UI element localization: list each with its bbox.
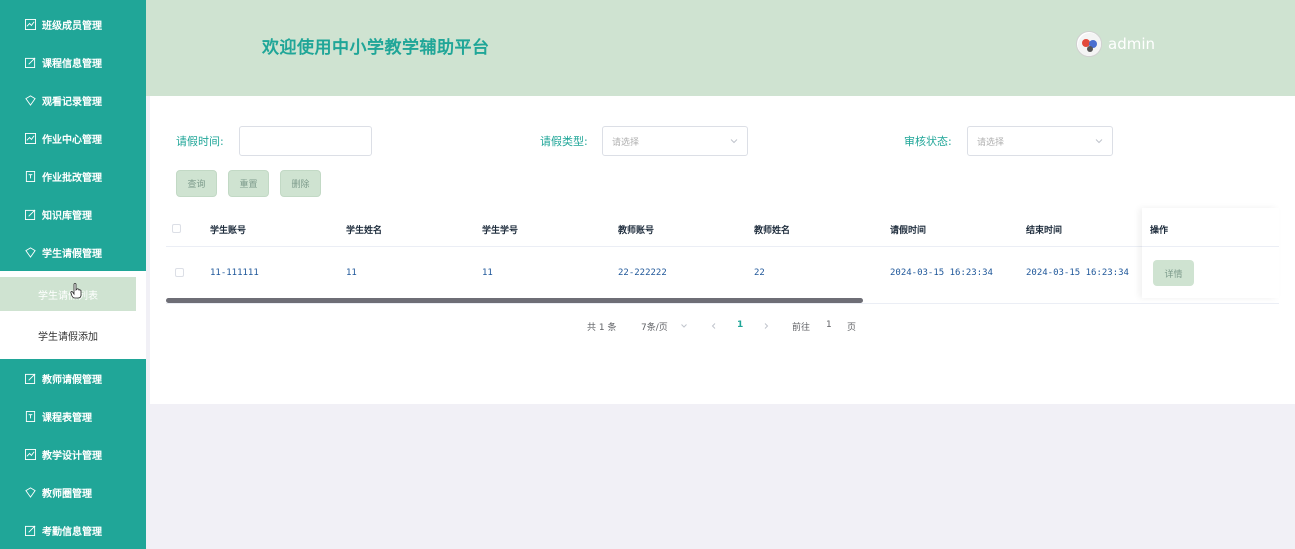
leave-type-placeholder: 请选择 (612, 137, 640, 148)
sidebar-item-teacher-circle[interactable]: 教师圈管理 (0, 473, 146, 511)
row-checkbox[interactable] (175, 268, 184, 277)
sidebar-item-label: 课程信息管理 (42, 58, 102, 70)
column-header: 操作 (1150, 226, 1169, 236)
sidebar-item-student-leave[interactable]: 学生请假管理 (0, 233, 146, 271)
edit-icon (25, 209, 36, 220)
chevron-down-icon (681, 324, 687, 328)
select-all-checkbox[interactable] (172, 224, 181, 233)
sidebar-item-label: 作业中心管理 (42, 134, 102, 146)
divider (166, 303, 1279, 304)
goto-label: 前往 (792, 323, 811, 333)
chart-icon (25, 132, 36, 144)
sidebar-item-teacher-leave[interactable]: 教师请假管理 (0, 359, 146, 397)
sidebar: 班级成员管理 课程信息管理 观看记录管理 作业中心管理 作业批改管理 知识库管理… (0, 0, 146, 549)
submenu-item-leave-list[interactable]: 学生请假列表 (0, 277, 136, 311)
chart-icon (25, 448, 36, 460)
divider (1142, 246, 1279, 247)
prev-page-icon[interactable] (710, 322, 718, 330)
main-content: 请假时间: 请假类型: 请选择 审核状态: 请选择 查询 重置 删除 学生账号 … (150, 96, 1295, 404)
review-status-placeholder: 请选择 (977, 137, 1005, 148)
column-header: 教师账号 (618, 226, 655, 236)
page-suffix: 页 (847, 323, 857, 333)
sidebar-item-watch-records[interactable]: 观看记录管理 (0, 81, 146, 119)
top-header: 欢迎使用中小学教学辅助平台 admin (146, 0, 1295, 96)
column-header: 学生学号 (482, 226, 519, 236)
shield-icon (25, 94, 36, 106)
delete-button[interactable]: 删除 (280, 170, 321, 197)
column-header: 教师姓名 (754, 226, 791, 236)
current-page[interactable]: 1 (737, 320, 743, 330)
column-header: 学生账号 (210, 226, 247, 236)
sidebar-item-homework-grading[interactable]: 作业批改管理 (0, 157, 146, 195)
page-size-select[interactable]: 7条/页 (641, 320, 668, 333)
table-cell: 22-222222 (618, 268, 667, 278)
sidebar-item-label: 知识库管理 (42, 210, 92, 222)
edit-icon (25, 373, 36, 384)
action-column: 操作 详情 (1142, 208, 1279, 298)
edit-icon (25, 57, 36, 68)
pagination-total: 共 1 条 (587, 323, 617, 333)
sidebar-item-homework-center[interactable]: 作业中心管理 (0, 119, 146, 157)
doc-icon (25, 410, 36, 422)
column-header: 请假时间 (890, 226, 927, 236)
sidebar-item-class-members[interactable]: 班级成员管理 (0, 5, 146, 43)
page-title: 欢迎使用中小学教学辅助平台 (262, 38, 490, 58)
leave-type-label: 请假类型: (540, 135, 588, 148)
chart-icon (25, 18, 36, 30)
table-cell: 2024-03-15 16:23:34 (1026, 268, 1129, 278)
shield-icon (25, 246, 36, 258)
table-cell: 11 (482, 268, 493, 278)
table-cell: 2024-03-15 16:23:34 (890, 268, 993, 278)
sidebar-item-label: 课程表管理 (42, 412, 92, 424)
sidebar-item-attendance[interactable]: 考勤信息管理 (0, 511, 146, 549)
goto-page-input[interactable]: 1 (826, 320, 832, 330)
sidebar-item-teaching-design[interactable]: 教学设计管理 (0, 435, 146, 473)
shield-icon (25, 486, 36, 498)
column-header: 结束时间 (1026, 226, 1063, 236)
review-status-label: 审核状态: (904, 135, 952, 148)
edit-icon (25, 525, 36, 536)
sidebar-item-label: 考勤信息管理 (42, 526, 102, 538)
next-page-icon[interactable] (762, 322, 770, 330)
query-button[interactable]: 查询 (176, 170, 217, 197)
avatar-icon (1078, 33, 1101, 56)
leave-type-select[interactable]: 请选择 (602, 126, 748, 156)
chevron-down-icon (730, 139, 738, 144)
submenu-item-label: 学生请假添加 (38, 331, 98, 343)
sidebar-item-course-info[interactable]: 课程信息管理 (0, 43, 146, 81)
chevron-down-icon (1095, 139, 1103, 144)
submenu-item-label: 学生请假列表 (38, 290, 98, 302)
leave-time-label: 请假时间: (176, 135, 224, 148)
user-name[interactable]: admin (1108, 35, 1155, 53)
detail-button[interactable]: 详情 (1153, 260, 1194, 286)
hand-cursor-icon (70, 283, 82, 299)
table-cell: 22 (754, 268, 765, 278)
table-cell: 11 (346, 268, 357, 278)
sidebar-item-label: 作业批改管理 (42, 172, 102, 184)
column-header: 学生姓名 (346, 226, 383, 236)
sidebar-item-label: 教师圈管理 (42, 488, 92, 500)
review-status-select[interactable]: 请选择 (967, 126, 1113, 156)
divider (166, 246, 1279, 247)
sidebar-item-timetable[interactable]: 课程表管理 (0, 397, 146, 435)
sidebar-item-knowledge-base[interactable]: 知识库管理 (0, 195, 146, 233)
sidebar-item-label: 教师请假管理 (42, 374, 102, 386)
leave-time-input[interactable] (239, 126, 372, 156)
doc-icon (25, 170, 36, 182)
submenu-item-leave-add[interactable]: 学生请假添加 (0, 318, 136, 352)
reset-button[interactable]: 重置 (228, 170, 269, 197)
avatar[interactable] (1076, 31, 1102, 57)
sidebar-item-label: 观看记录管理 (42, 96, 102, 108)
sidebar-item-label: 学生请假管理 (42, 248, 102, 260)
sidebar-item-label: 教学设计管理 (42, 450, 102, 462)
table-cell: 11-111111 (210, 268, 259, 278)
sidebar-item-label: 班级成员管理 (42, 20, 102, 32)
